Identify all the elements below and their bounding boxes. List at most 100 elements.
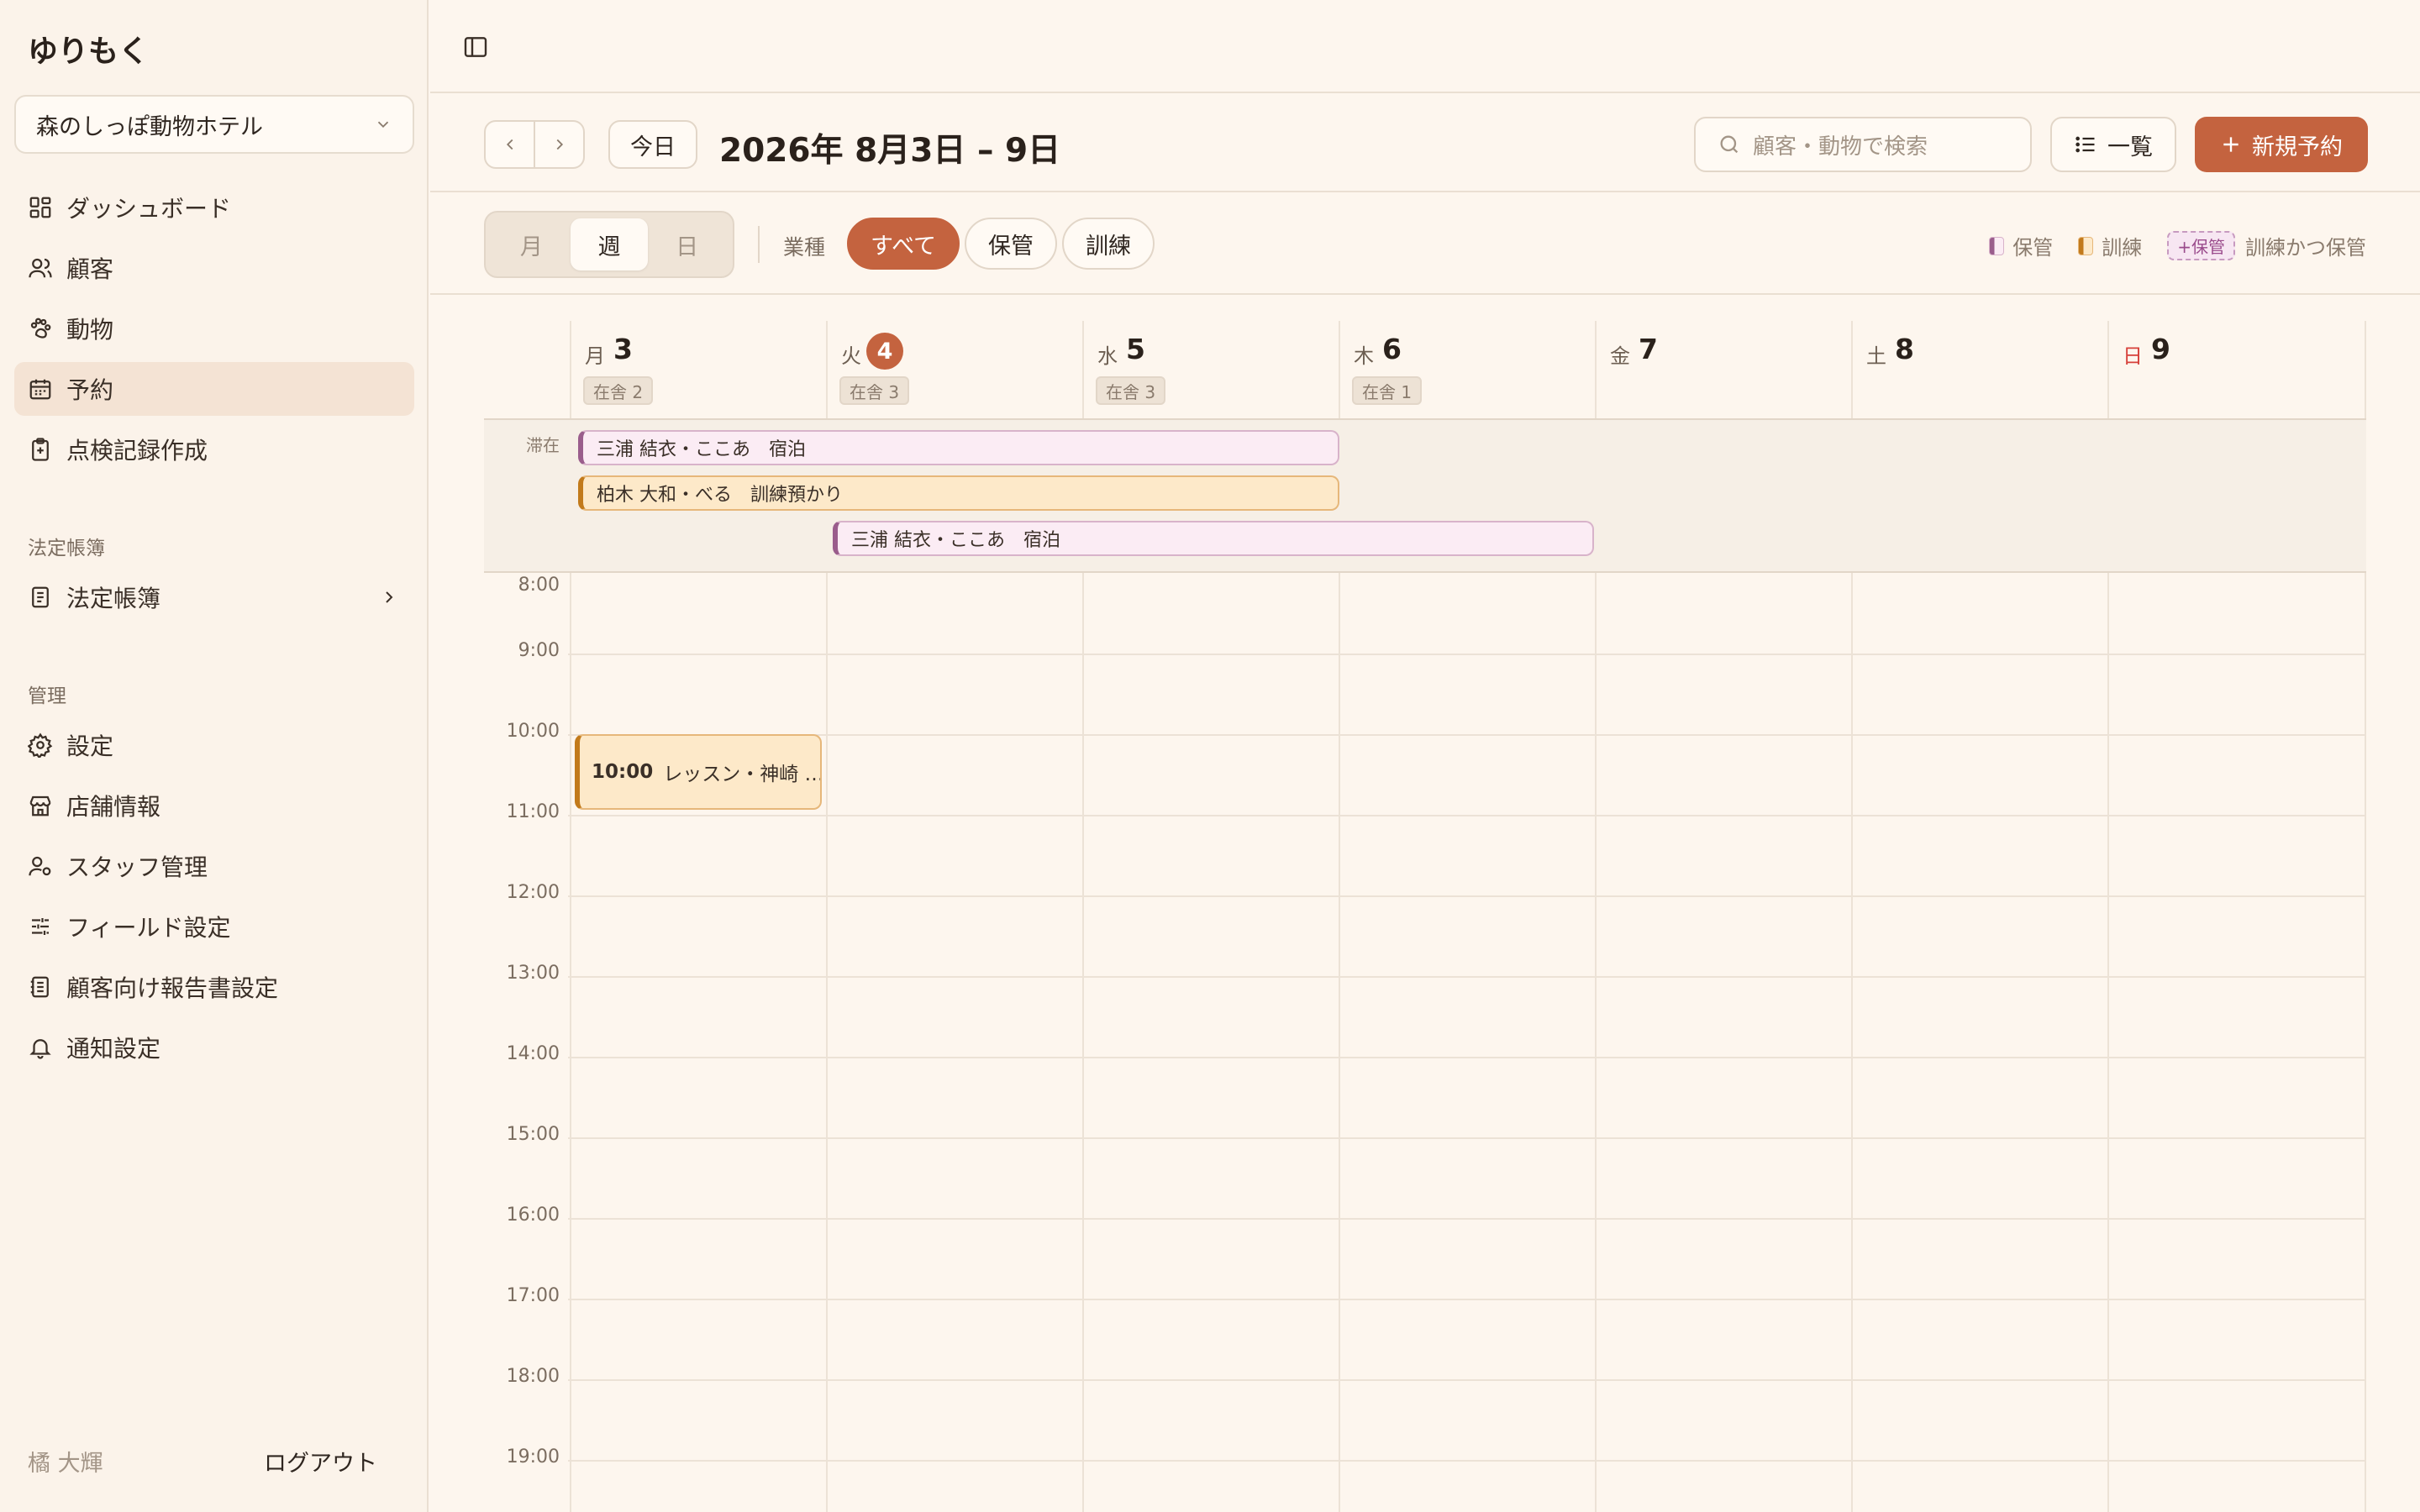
sidebar-item-reservations[interactable]: 予約: [14, 362, 414, 416]
view-month-tab[interactable]: 月: [492, 218, 571, 270]
sidebar-item-staff[interactable]: スタッフ管理: [14, 839, 414, 893]
stay-bar[interactable]: 三浦 結衣・ここあ 宿泊: [833, 521, 1594, 556]
hour-label: 9:00: [518, 640, 560, 661]
hour-label: 10:00: [506, 721, 560, 742]
sidebar-item-dashboard[interactable]: ダッシュボード: [14, 181, 414, 234]
sidebar-item-customers[interactable]: 顧客: [14, 241, 414, 295]
sidebar-item-label: 顧客向け報告書設定: [66, 974, 279, 1002]
chevron-right-icon: [556, 139, 563, 150]
chevron-left-icon: [506, 139, 513, 150]
grid-icon: [29, 197, 51, 218]
stay-label: 滞在: [526, 435, 560, 455]
filter-chip-care[interactable]: 保管: [965, 218, 1057, 270]
day-of-week: 土: [1866, 344, 1886, 368]
sidebar-item-store-info[interactable]: 店舗情報: [14, 779, 414, 832]
topbar: [430, 0, 2420, 93]
sidebar-item-animals[interactable]: 動物: [14, 302, 414, 355]
filter-chip-training[interactable]: 訓練: [1062, 218, 1155, 270]
new-reservation-button[interactable]: 新規予約: [2195, 117, 2368, 172]
hour-label: 13:00: [506, 963, 560, 984]
legend-training-label: 訓練: [2102, 236, 2143, 260]
sidebar-item-settings[interactable]: 設定: [14, 718, 414, 772]
date-range-title: 2026年 8月3日 – 9日: [719, 132, 1061, 170]
chevron-down-icon: [377, 121, 389, 129]
view-week-tab[interactable]: 週: [570, 218, 649, 270]
sidebar-item-label: 店舗情報: [66, 793, 161, 821]
hour-label: 15:00: [506, 1124, 560, 1145]
sidebar-toggle-icon[interactable]: [462, 34, 489, 60]
day-header-thu[interactable]: 木 6 在舎 1: [1339, 321, 1595, 418]
day-of-week: 日: [2123, 344, 2143, 368]
hour-line: [568, 1379, 2366, 1381]
list-icon: [2075, 136, 2095, 153]
day-header-sat[interactable]: 土 8: [1851, 321, 2107, 418]
list-view-button[interactable]: 一覧: [2050, 117, 2176, 172]
sidebar-item-label: スタッフ管理: [66, 853, 208, 881]
store-selector[interactable]: 森のしっぽ動物ホテル: [14, 95, 414, 154]
prev-week-button[interactable]: [486, 122, 534, 167]
today-button[interactable]: 今日: [608, 120, 697, 169]
next-week-button[interactable]: [534, 122, 583, 167]
calendar-event[interactable]: 10:00 レッスン・神崎 …: [575, 734, 822, 810]
occupancy-badge: 在舎 3: [1096, 376, 1166, 405]
occupancy-badge: 在舎 2: [583, 376, 654, 405]
section-label-admin: 管理: [28, 685, 66, 707]
sidebar-item-ledger[interactable]: 法定帳簿: [14, 570, 414, 624]
legend-combo: +保管 訓練かつ保管: [2167, 231, 2366, 260]
filter-chip-all[interactable]: すべて: [847, 218, 960, 270]
hour-line: [568, 654, 2366, 655]
sidebar-item-notifications[interactable]: 通知設定: [14, 1021, 414, 1074]
sidebar-item-report-settings[interactable]: 顧客向け報告書設定: [14, 960, 414, 1014]
legend-combo-label: 訓練かつ保管: [2245, 236, 2366, 260]
chevron-right-icon: [386, 591, 393, 603]
day-number: 5: [1126, 333, 1145, 365]
view-day-tab[interactable]: 日: [648, 218, 726, 270]
sidebar-item-inspection[interactable]: 点検記録作成: [14, 423, 414, 476]
hour-label: 11:00: [506, 801, 560, 822]
report-icon: [30, 976, 49, 998]
legend-care-label: 保管: [2012, 236, 2054, 260]
stay-bar[interactable]: 柏木 大和・べる 訓練預かり: [578, 475, 1339, 511]
occupancy-badge: 在舎 1: [1352, 376, 1423, 405]
hour-label: 8:00: [518, 575, 560, 596]
hour-line: [568, 1218, 2366, 1220]
hour-line: [568, 815, 2366, 816]
sidebar-item-label: 予約: [66, 376, 114, 404]
book-icon: [32, 586, 49, 608]
hour-line: [568, 976, 2366, 978]
search-input[interactable]: 顧客・動物で検索: [1694, 117, 2032, 172]
hour-label: 16:00: [506, 1205, 560, 1226]
event-title: レッスン・神崎 …: [663, 764, 822, 785]
list-view-label: 一覧: [2107, 134, 2153, 160]
sidebar-item-label: フィールド設定: [66, 914, 231, 942]
day-number: 9: [2151, 333, 2170, 365]
event-time: 10:00: [592, 761, 654, 783]
sliders-icon: [32, 918, 49, 935]
logout-button[interactable]: ログアウト: [264, 1445, 377, 1478]
day-number: 3: [613, 333, 633, 365]
hour-line: [568, 734, 2366, 736]
store-icon: [29, 795, 51, 816]
sidebar-item-label: 通知設定: [66, 1035, 161, 1063]
current-user: 橘 大輝: [28, 1451, 103, 1477]
legend: 保管 訓練 +保管 訓練かつ保管: [1964, 231, 2366, 260]
legend-care: 保管: [1989, 231, 2053, 260]
search-placeholder: 顧客・動物で検索: [1753, 134, 1928, 160]
user-cog-icon: [29, 856, 51, 876]
day-header-tue[interactable]: 火 4 在舎 3: [826, 321, 1082, 418]
calendar-icon: [29, 379, 51, 400]
sidebar-item-label: ダッシュボード: [66, 195, 232, 223]
day-header-fri[interactable]: 金 7: [1595, 321, 1851, 418]
sidebar-item-label: 設定: [66, 732, 114, 760]
sidebar: ゆりもく 森のしっぽ動物ホテル ダッシュボード 顧客 動物 予約 点検記録作成 …: [0, 0, 429, 1512]
sidebar-item-label: 動物: [66, 316, 114, 344]
day-header-mon[interactable]: 月 3 在舎 2: [570, 321, 826, 418]
sidebar-item-label: 点検記録作成: [66, 437, 208, 465]
day-of-week: 金: [1610, 344, 1630, 368]
stay-bar[interactable]: 三浦 結衣・ここあ 宿泊: [578, 430, 1339, 465]
day-header-wed[interactable]: 水 5 在舎 3: [1082, 321, 1339, 418]
sidebar-item-fields[interactable]: フィールド設定: [14, 900, 414, 953]
users-icon: [29, 258, 52, 278]
day-header-sun[interactable]: 日 9: [2107, 321, 2364, 418]
day-of-week: 火: [841, 344, 861, 368]
